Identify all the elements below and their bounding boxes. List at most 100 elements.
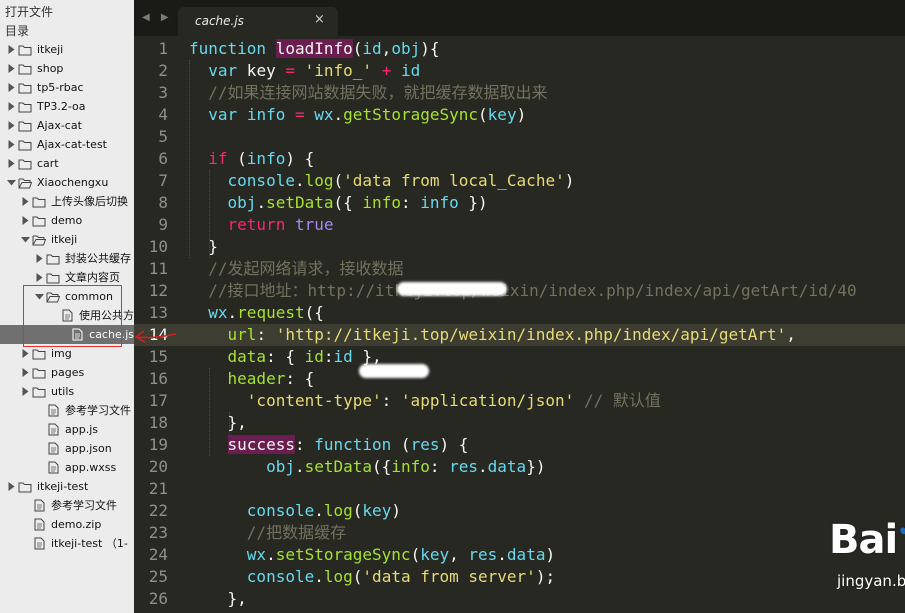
disclosure-closed-icon[interactable] xyxy=(5,78,17,97)
code-token: true xyxy=(294,215,334,234)
close-icon[interactable]: × xyxy=(314,12,325,27)
code-line[interactable]: success: function (res) { xyxy=(189,434,468,456)
sidebar-item-item-24[interactable]: 参考学习文件 xyxy=(19,496,117,515)
sidebar-item-itkeji-test-1[interactable]: itkeji-test （1- xyxy=(19,534,128,553)
file-icon xyxy=(45,420,61,439)
code-line[interactable]: function loadInfo(id,obj){ xyxy=(189,38,439,60)
code-line[interactable]: wx.setStorageSync(key, res.data) xyxy=(189,544,555,566)
line-number: 18 xyxy=(148,413,168,432)
sidebar-item-ajax-cat[interactable]: Ajax-cat xyxy=(5,116,82,135)
disclosure-open-icon[interactable] xyxy=(19,230,31,249)
code-token: 'info_' xyxy=(304,61,373,80)
code-line[interactable]: } xyxy=(189,236,218,258)
line-number: 17 xyxy=(148,391,168,410)
sidebar-item-pages[interactable]: pages xyxy=(19,363,84,382)
code-token: //发起网络请求，接收数据 xyxy=(208,259,404,278)
disclosure-closed-icon[interactable] xyxy=(19,192,31,211)
code-token: return xyxy=(227,215,286,234)
sidebar-item-itkeji[interactable]: itkeji xyxy=(5,40,63,59)
code-line[interactable]: //把数据缓存 xyxy=(189,522,346,544)
disclosure-closed-icon[interactable] xyxy=(19,211,31,230)
tab-cache-js[interactable]: cache.js × xyxy=(178,7,338,36)
code-token: info xyxy=(246,105,286,124)
code-line[interactable]: //如果连接网站数据失败，就把缓存数据取出来 xyxy=(189,82,547,104)
sidebar-item-itkeji[interactable]: itkeji xyxy=(19,230,77,249)
code-area[interactable]: function loadInfo(id,obj){ var key = 'in… xyxy=(189,38,905,613)
code-token: id xyxy=(304,347,324,366)
sidebar-item-app-json[interactable]: app.json xyxy=(33,439,112,458)
code-token: key xyxy=(420,545,450,564)
disclosure-closed-icon[interactable] xyxy=(19,363,31,382)
code-line[interactable]: console.log('data from local_Cache') xyxy=(189,170,575,192)
line-number: 12 xyxy=(148,281,168,300)
disclosure-closed-icon[interactable] xyxy=(5,40,17,59)
sidebar-item-app-wxss[interactable]: app.wxss xyxy=(33,458,116,477)
code-line[interactable]: url: 'http://itkeji.top/weixin/index.php… xyxy=(189,324,796,346)
code-token: ( xyxy=(478,105,488,124)
code-line[interactable]: 'content-type': 'application/json' // 默认… xyxy=(189,390,661,412)
tab-title: cache.js xyxy=(195,14,244,28)
code-token: success xyxy=(227,435,295,454)
folder-icon xyxy=(17,154,33,173)
folder-icon xyxy=(17,78,33,97)
sidebar-item-demo[interactable]: demo xyxy=(19,211,82,230)
disclosure-closed-icon[interactable] xyxy=(5,477,17,496)
code-line[interactable]: var key = 'info_' + id xyxy=(189,60,420,82)
code-line[interactable]: if (info) { xyxy=(189,148,314,170)
annotation-highlight-box xyxy=(23,285,122,347)
code-token: 'http://itkeji.top/weixin/index.php/inde… xyxy=(275,325,787,344)
code-line[interactable]: //接口地址：http://itkeji.top/weixin/index.ph… xyxy=(189,280,856,302)
code-line[interactable]: obj.setData({ info: info }) xyxy=(189,192,488,214)
code-line[interactable]: data: { id:id }, xyxy=(189,346,382,368)
line-number: 7 xyxy=(158,171,168,190)
code-token: + xyxy=(381,61,392,80)
code-token: if xyxy=(208,149,228,168)
disclosure-closed-icon[interactable] xyxy=(5,135,17,154)
sidebar-item-tp5-rbac[interactable]: tp5-rbac xyxy=(5,78,84,97)
sidebar-item-demo-zip[interactable]: demo.zip xyxy=(19,515,101,534)
code-token: : xyxy=(256,325,276,344)
code-token: ) xyxy=(564,171,575,190)
tab-nav-arrows-icon[interactable]: ◀ ▶ xyxy=(142,12,173,23)
code-line[interactable]: header: { xyxy=(189,368,315,390)
sidebar-item-label: app.wxss xyxy=(65,461,117,474)
code-line[interactable]: //发起网络请求，接收数据 xyxy=(189,258,404,280)
sidebar-item-item-19[interactable]: 参考学习文件 xyxy=(33,401,131,420)
sidebar-item-item-8[interactable]: 上传头像后切换 xyxy=(19,192,128,211)
sidebar-item-shop[interactable]: shop xyxy=(5,59,63,78)
code-line[interactable]: obj.setData({info: res.data}) xyxy=(189,456,545,478)
code-line[interactable]: console.log('data from server'); xyxy=(189,566,555,588)
disclosure-closed-icon[interactable] xyxy=(19,382,31,401)
sidebar-item-utils[interactable]: utils xyxy=(19,382,74,401)
sidebar-item-cart[interactable]: cart xyxy=(5,154,59,173)
line-number: 25 xyxy=(148,567,168,586)
disclosure-closed-icon[interactable] xyxy=(5,97,17,116)
sidebar-item-tp3-2-oa[interactable]: TP3.2-oa xyxy=(5,97,86,116)
sidebar-item-itkeji-test[interactable]: itkeji-test xyxy=(5,477,88,496)
sidebar-item-app-js[interactable]: app.js xyxy=(33,420,98,439)
code-line[interactable]: }, xyxy=(189,412,247,434)
sidebar-item-item-11[interactable]: 封装公共缓存 xyxy=(33,249,131,268)
code-token: //把数据缓存 xyxy=(246,523,347,542)
line-number: 3 xyxy=(158,83,168,102)
sidebar-item-ajax-cat-test[interactable]: Ajax-cat-test xyxy=(5,135,107,154)
code-line[interactable]: var info = wx.getStorageSync(key) xyxy=(189,104,526,126)
code-line[interactable]: wx.request({ xyxy=(189,302,324,324)
disclosure-closed-icon[interactable] xyxy=(5,59,17,78)
disclosure-closed-icon[interactable] xyxy=(5,116,17,135)
code-line[interactable]: console.log(key) xyxy=(189,500,401,522)
disclosure-open-icon[interactable] xyxy=(5,173,17,192)
sidebar-item-xiaochengxu[interactable]: Xiaochengxu xyxy=(5,173,108,192)
disclosure-closed-icon[interactable] xyxy=(5,154,17,173)
code-line[interactable]: return true xyxy=(189,214,334,236)
sidebar-item-label: itkeji-test xyxy=(37,480,89,493)
disclosure-closed-icon[interactable] xyxy=(33,249,45,268)
code-line[interactable]: }, xyxy=(189,588,247,610)
